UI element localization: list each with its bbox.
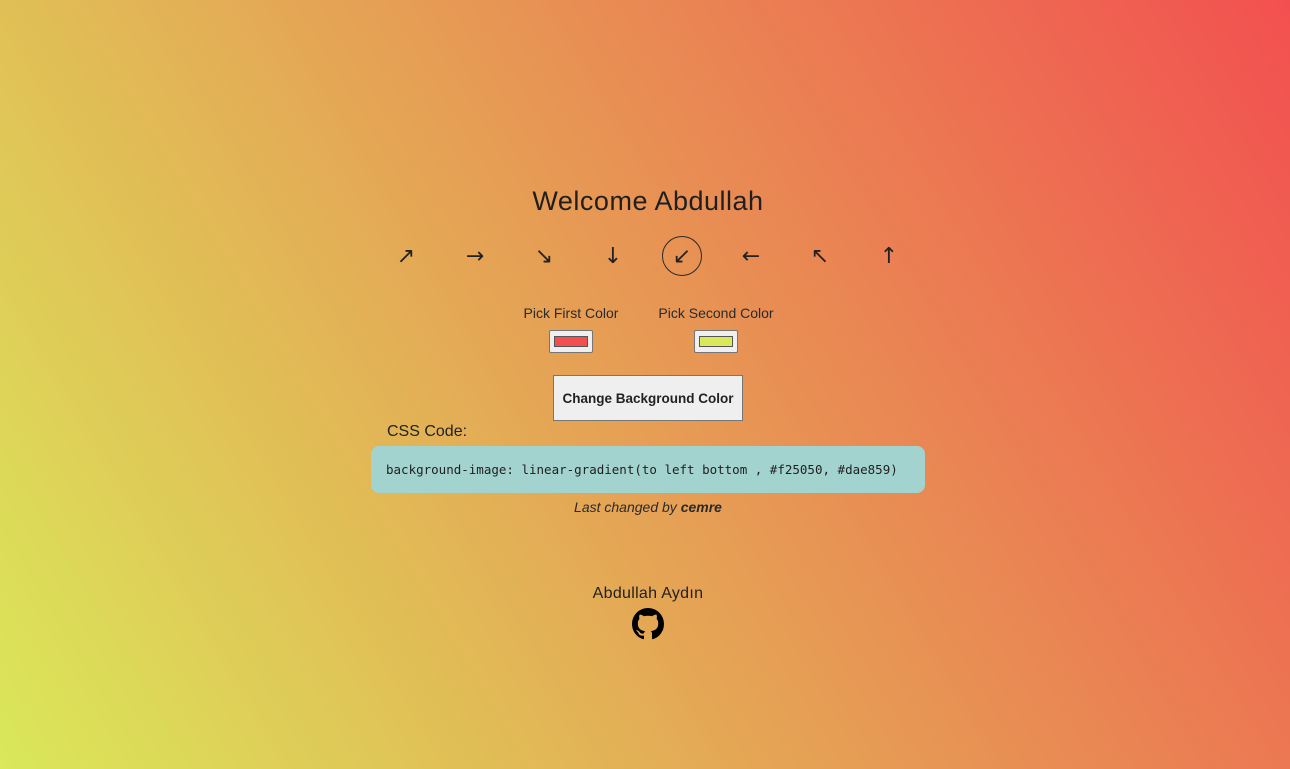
css-code-box: background-image: linear-gradient(to lef… — [371, 446, 925, 493]
direction-button-left[interactable]: ← — [731, 236, 771, 276]
direction-button-right[interactable]: → — [455, 236, 495, 276]
direction-button-down-right[interactable]: ↘ — [524, 236, 564, 276]
direction-button-down-left[interactable]: ↙ — [662, 236, 702, 276]
direction-selector: ↗ → ↘ ↓ ↙ ← ↖ ↑ — [372, 236, 924, 276]
second-color-picker[interactable] — [694, 330, 738, 353]
direction-button-up[interactable]: ↑ — [869, 236, 909, 276]
page-title: Welcome Abdullah — [532, 186, 764, 216]
css-code-label: CSS Code: — [387, 423, 468, 440]
direction-button-down[interactable]: ↓ — [593, 236, 633, 276]
first-color-label: Pick First Color — [523, 305, 619, 321]
css-code-text: background-image: linear-gradient(to lef… — [386, 462, 898, 477]
first-color-swatch — [554, 336, 588, 347]
arrow-down-icon: ↓ — [603, 243, 623, 269]
arrow-up-right-icon: ↗ — [396, 243, 416, 269]
arrow-down-right-icon: ↘ — [534, 243, 554, 269]
last-changed-info: Last changed by cemre — [0, 499, 1290, 515]
direction-button-up-right[interactable]: ↗ — [386, 236, 426, 276]
arrow-down-left-icon: ↙ — [672, 243, 692, 269]
first-color-picker[interactable] — [549, 330, 593, 353]
change-background-button[interactable]: Change Background Color — [553, 375, 743, 421]
github-icon[interactable] — [632, 608, 664, 640]
author-name: Abdullah Aydın — [592, 585, 704, 602]
arrow-left-icon: ← — [741, 243, 761, 269]
direction-button-up-left[interactable]: ↖ — [800, 236, 840, 276]
last-changed-prefix: Last changed by — [574, 499, 677, 515]
arrow-up-left-icon: ↖ — [810, 243, 830, 269]
arrow-up-icon: ↑ — [879, 243, 899, 269]
second-color-swatch — [699, 336, 733, 347]
second-color-label: Pick Second Color — [658, 305, 774, 321]
last-changed-user: cemre — [680, 499, 722, 515]
arrow-right-icon: → — [465, 243, 485, 269]
